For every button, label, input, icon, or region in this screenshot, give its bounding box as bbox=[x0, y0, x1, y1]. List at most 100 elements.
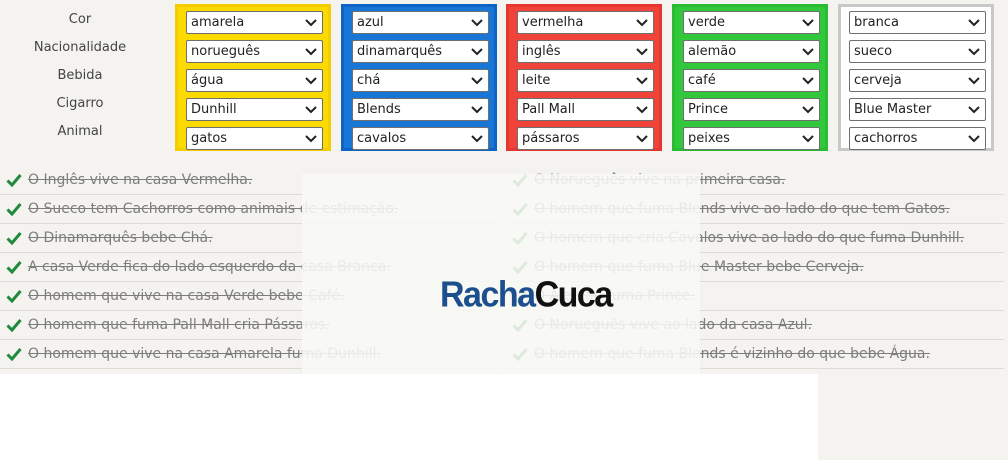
select-value: café bbox=[688, 73, 716, 88]
chevron-down-icon bbox=[304, 12, 318, 33]
house-5: branca sueco cerveja Blue Master cachorros bbox=[838, 4, 994, 151]
chevron-down-icon bbox=[801, 12, 815, 33]
select-value: vermelha bbox=[522, 15, 584, 30]
house-2: azul dinamarquês chá Blends cavalos bbox=[341, 4, 497, 151]
house-1-select[interactable]: amarela bbox=[186, 11, 323, 34]
chevron-down-icon bbox=[801, 41, 815, 62]
house-4-select[interactable]: peixes bbox=[683, 127, 820, 150]
house-5-select[interactable]: Blue Master bbox=[849, 98, 986, 121]
check-icon bbox=[6, 347, 28, 361]
chevron-down-icon bbox=[470, 99, 484, 120]
rachacuca-logo: RachaCuca bbox=[440, 275, 613, 315]
house-5-select[interactable]: sueco bbox=[849, 40, 986, 63]
chevron-down-icon bbox=[967, 99, 981, 120]
house-5-select[interactable]: branca bbox=[849, 11, 986, 34]
chevron-down-icon bbox=[470, 41, 484, 62]
label-cigarette: Cigarro bbox=[56, 96, 104, 111]
select-value: amarela bbox=[191, 15, 245, 30]
house-2-select[interactable]: azul bbox=[352, 11, 489, 34]
select-value: pássaros bbox=[522, 131, 580, 146]
chevron-down-icon bbox=[304, 41, 318, 62]
select-value: inglês bbox=[522, 44, 561, 59]
chevron-down-icon bbox=[470, 128, 484, 149]
chevron-down-icon bbox=[304, 128, 318, 149]
check-icon bbox=[6, 202, 28, 216]
check-icon bbox=[6, 318, 28, 332]
chevron-down-icon bbox=[635, 12, 649, 33]
select-value: leite bbox=[522, 73, 551, 88]
select-value: verde bbox=[688, 15, 726, 30]
select-value: chá bbox=[357, 73, 381, 88]
house-4-select[interactable]: alemão bbox=[683, 40, 820, 63]
chevron-down-icon bbox=[635, 128, 649, 149]
check-icon bbox=[6, 173, 28, 187]
select-value: sueco bbox=[854, 44, 893, 59]
clue-text: O Inglês vive na casa Vermelha. bbox=[28, 172, 253, 188]
label-drink: Bebida bbox=[57, 68, 103, 83]
house-4-select[interactable]: verde bbox=[683, 11, 820, 34]
select-value: norueguês bbox=[191, 44, 261, 59]
select-value: peixes bbox=[688, 131, 730, 146]
house-2-select[interactable]: cavalos bbox=[352, 127, 489, 150]
check-icon bbox=[6, 289, 28, 303]
select-value: branca bbox=[854, 15, 899, 30]
house-3-select[interactable]: inglês bbox=[517, 40, 654, 63]
chevron-down-icon bbox=[304, 70, 318, 91]
label-animal: Animal bbox=[57, 124, 103, 139]
house-3: vermelha inglês leite Pall Mall pássaros bbox=[506, 4, 662, 151]
house-2-select[interactable]: dinamarquês bbox=[352, 40, 489, 63]
select-value: Blue Master bbox=[854, 102, 932, 117]
house-1-select[interactable]: Dunhill bbox=[186, 98, 323, 121]
check-icon bbox=[6, 231, 28, 245]
select-value: gatos bbox=[191, 131, 228, 146]
clue-text: O homem que fuma Pall Mall cria Pássaros… bbox=[28, 317, 330, 333]
ad-placeholder bbox=[0, 374, 818, 460]
house-5-select[interactable]: cachorros bbox=[849, 127, 986, 150]
house-5-select[interactable]: cerveja bbox=[849, 69, 986, 92]
clue-text: O Dinamarquês bebe Chá. bbox=[28, 230, 213, 246]
house-2-select[interactable]: Blends bbox=[352, 98, 489, 121]
select-value: Prince bbox=[688, 102, 728, 117]
select-value: dinamarquês bbox=[357, 44, 443, 59]
select-value: Pall Mall bbox=[522, 102, 575, 117]
house-3-select[interactable]: Pall Mall bbox=[517, 98, 654, 121]
house-1-select[interactable]: norueguês bbox=[186, 40, 323, 63]
select-value: água bbox=[191, 73, 224, 88]
chevron-down-icon bbox=[801, 128, 815, 149]
house-3-select[interactable]: pássaros bbox=[517, 127, 654, 150]
house-4: verde alemão café Prince peixes bbox=[672, 4, 828, 151]
chevron-down-icon bbox=[967, 128, 981, 149]
chevron-down-icon bbox=[470, 70, 484, 91]
chevron-down-icon bbox=[801, 99, 815, 120]
chevron-down-icon bbox=[304, 99, 318, 120]
house-1-select[interactable]: água bbox=[186, 69, 323, 92]
house-1-select[interactable]: gatos bbox=[186, 127, 323, 150]
house-1: amarela norueguês água Dunhill gatos bbox=[175, 4, 331, 151]
chevron-down-icon bbox=[967, 12, 981, 33]
select-value: alemão bbox=[688, 44, 737, 59]
select-value: Blends bbox=[357, 102, 401, 117]
house-4-select[interactable]: café bbox=[683, 69, 820, 92]
chevron-down-icon bbox=[801, 70, 815, 91]
chevron-down-icon bbox=[635, 99, 649, 120]
clue-text: O homem que vive na casa Verde bebe Café… bbox=[28, 288, 345, 304]
label-color: Cor bbox=[68, 12, 92, 27]
check-icon bbox=[6, 260, 28, 274]
select-value: cavalos bbox=[357, 131, 407, 146]
chevron-down-icon bbox=[470, 12, 484, 33]
loading-overlay bbox=[302, 174, 700, 374]
select-value: azul bbox=[357, 15, 384, 30]
attribute-labels: Cor Nacionalidade Bebida Cigarro Animal bbox=[0, 6, 160, 146]
house-3-select[interactable]: vermelha bbox=[517, 11, 654, 34]
house-3-select[interactable]: leite bbox=[517, 69, 654, 92]
select-value: Dunhill bbox=[191, 102, 237, 117]
select-value: cachorros bbox=[854, 131, 918, 146]
house-2-select[interactable]: chá bbox=[352, 69, 489, 92]
house-4-select[interactable]: Prince bbox=[683, 98, 820, 121]
chevron-down-icon bbox=[967, 41, 981, 62]
chevron-down-icon bbox=[635, 70, 649, 91]
select-value: cerveja bbox=[854, 73, 902, 88]
label-nationality: Nacionalidade bbox=[33, 40, 127, 55]
chevron-down-icon bbox=[967, 70, 981, 91]
chevron-down-icon bbox=[635, 41, 649, 62]
